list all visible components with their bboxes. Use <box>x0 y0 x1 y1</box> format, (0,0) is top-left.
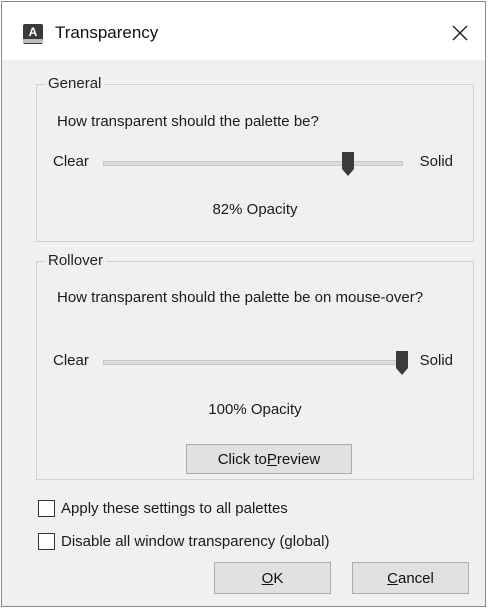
apply-all-palettes-option[interactable]: Apply these settings to all palettes <box>38 497 288 519</box>
rollover-group: Rollover How transparent should the pale… <box>36 252 474 480</box>
close-icon <box>452 25 468 41</box>
disable-transparency-checkbox[interactable] <box>38 532 55 550</box>
preview-label-before: Click to <box>217 450 267 468</box>
cancel-button[interactable]: Cancel <box>352 562 469 594</box>
cancel-mnemonic: C <box>387 569 398 587</box>
rollover-opacity-slider[interactable] <box>103 351 408 375</box>
preview-label-after: review <box>276 450 321 468</box>
apply-all-palettes-checkbox[interactable] <box>38 499 55 517</box>
window-title: Transparency <box>55 23 159 42</box>
general-group: General How transparent should the palet… <box>36 75 474 242</box>
transparency-dialog: A Transparency General How transparent s… <box>1 1 486 607</box>
preview-label-mnemonic: P <box>266 450 277 468</box>
ok-rest: K <box>273 569 284 587</box>
general-slider-thumb[interactable] <box>342 152 355 176</box>
general-opacity-readout: 82% Opacity <box>212 201 298 218</box>
rollover-prompt: How transparent should the palette be on… <box>57 289 424 306</box>
title-bar: A Transparency <box>2 2 485 60</box>
ok-button[interactable]: OK <box>214 562 331 594</box>
general-clear-label: Clear <box>53 153 89 170</box>
cancel-rest: ancel <box>397 569 434 587</box>
apply-all-palettes-label: Apply these settings to all palettes <box>61 499 288 517</box>
rollover-legend: Rollover <box>45 252 107 269</box>
autocad-app-icon: A <box>23 24 43 44</box>
app-icon-glyph: A <box>28 25 38 39</box>
disable-transparency-label: Disable all window transparency (global) <box>61 532 330 550</box>
rollover-solid-label: Solid <box>419 352 453 369</box>
general-legend: General <box>45 75 105 92</box>
rollover-clear-label: Clear <box>53 352 89 369</box>
app-icon-base <box>23 39 43 43</box>
ok-mnemonic: O <box>261 569 274 587</box>
disable-transparency-option[interactable]: Disable all window transparency (global) <box>38 530 329 552</box>
click-to-preview-button[interactable]: Click to Preview <box>186 444 352 474</box>
general-solid-label: Solid <box>419 153 453 170</box>
rollover-slider-thumb[interactable] <box>396 351 408 375</box>
general-prompt: How transparent should the palette be? <box>57 113 319 130</box>
general-opacity-slider[interactable] <box>103 152 403 176</box>
rollover-slider-row: Clear Solid <box>37 348 473 376</box>
close-button[interactable] <box>443 16 477 50</box>
rollover-opacity-readout: 100% Opacity <box>208 401 302 418</box>
general-slider-row: Clear Solid <box>37 149 473 177</box>
